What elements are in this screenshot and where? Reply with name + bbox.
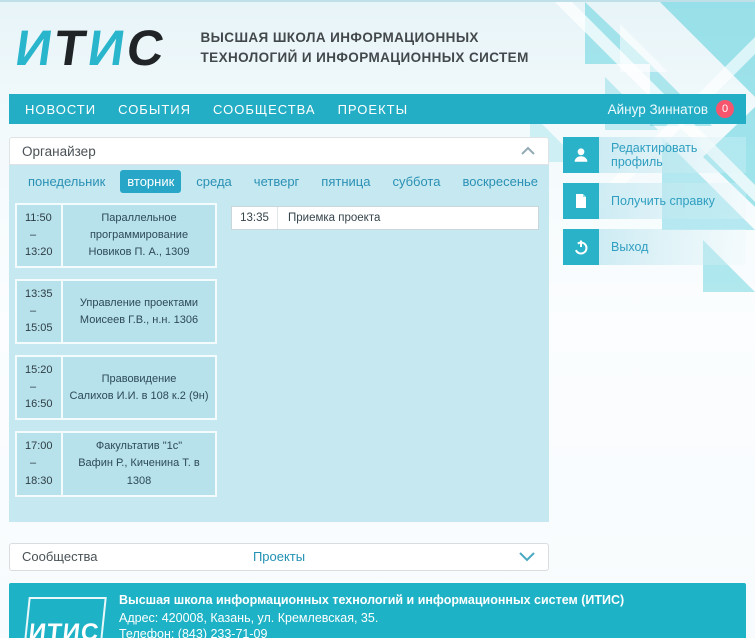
logout-label: Выход — [599, 240, 648, 254]
organizer-title: Органайзер — [22, 144, 96, 159]
nav-item-communities[interactable]: СООБЩЕСТВА — [213, 102, 316, 117]
time-separator: – — [30, 379, 61, 396]
organizer-column: Органайзер понедельник вторник среда чет… — [9, 137, 549, 571]
time-separator: – — [30, 455, 61, 472]
event-title: Приемка проекта — [278, 212, 380, 224]
events-column: 13:35 Приемка проекта — [217, 203, 543, 508]
tab-monday[interactable]: понедельник — [21, 170, 112, 193]
lesson-start: 15:20 — [25, 362, 61, 379]
lesson-end: 18:30 — [25, 473, 61, 490]
tab-saturday[interactable]: суббота — [385, 170, 447, 193]
lesson-card: 15:20 – 16:50 Правовидение Салихов И.И. … — [15, 355, 217, 420]
notification-badge[interactable]: 0 — [716, 100, 734, 118]
lesson-title: Управление проектами — [69, 295, 209, 312]
power-icon — [563, 229, 599, 265]
lesson-start: 11:50 — [25, 210, 61, 227]
organizer-body: 11:50 – 13:20 Параллельное программирова… — [9, 198, 549, 522]
footer-itis-logo: ИТИС — [21, 597, 107, 638]
lesson-time: 13:35 – 15:05 — [17, 281, 63, 342]
chevron-up-icon[interactable] — [520, 146, 536, 156]
lesson-details: Новиков П. А., 1309 — [69, 244, 209, 261]
content-area: Органайзер понедельник вторник среда чет… — [9, 137, 746, 571]
lesson-details: Вафин Р., Киченина Т. в 1308 — [69, 455, 209, 489]
logo-letter: С — [123, 20, 170, 76]
edit-profile-button[interactable]: Редактировать профиль — [563, 137, 746, 173]
school-subtitle: ВЫСШАЯ ШКОЛА ИНФОРМАЦИОННЫХ ТЕХНОЛОГИЙ И… — [201, 28, 529, 69]
lesson-card: 11:50 – 13:20 Параллельное программирова… — [15, 203, 217, 268]
nav-item-projects[interactable]: ПРОЕКТЫ — [338, 102, 409, 117]
lesson-details: Салихов И.И. в 108 к.2 (9н) — [69, 388, 209, 405]
user-area[interactable]: Айнур Зиннатов 0 — [608, 100, 734, 118]
edit-profile-label: Редактировать профиль — [599, 141, 746, 169]
footer-contacts: Высшая школа информационных технологий и… — [119, 592, 624, 638]
lesson-time: 11:50 – 13:20 — [17, 205, 63, 266]
time-separator: – — [30, 227, 61, 244]
lesson-start: 13:35 — [25, 286, 61, 303]
lesson-title: Параллельное программирование — [69, 210, 209, 244]
lesson-info: Правовидение Салихов И.И. в 108 к.2 (9н) — [63, 357, 215, 418]
main-navbar: НОВОСТИ СОБЫТИЯ СООБЩЕСТВА ПРОЕКТЫ Айнур… — [9, 94, 746, 124]
communities-projects-bar[interactable]: Сообщества Проекты — [9, 543, 549, 571]
lesson-card: 17:00 – 18:30 Факультатив "1с" Вафин Р.,… — [15, 431, 217, 496]
tab-tuesday[interactable]: вторник — [120, 170, 181, 193]
footer-org-name: Высшая школа информационных технологий и… — [119, 592, 624, 608]
lesson-info: Факультатив "1с" Вафин Р., Киченина Т. в… — [63, 433, 215, 494]
lesson-card: 13:35 – 15:05 Управление проектами Моисе… — [15, 279, 217, 344]
page: ИТИС ВЫСШАЯ ШКОЛА ИНФОРМАЦИОННЫХ ТЕХНОЛО… — [0, 0, 755, 638]
event-time: 13:35 — [232, 207, 278, 229]
tab-friday[interactable]: пятница — [314, 170, 377, 193]
tab-wednesday[interactable]: среда — [189, 170, 239, 193]
lesson-info: Управление проектами Моисеев Г.В., н.н. … — [63, 281, 215, 342]
lessons-column: 11:50 – 13:20 Параллельное программирова… — [15, 203, 217, 508]
footer-phone: Телефон: (843) 233-71-09 — [119, 626, 624, 638]
lesson-title: Факультатив "1с" — [69, 438, 209, 455]
tab-thursday[interactable]: четверг — [247, 170, 307, 193]
lesson-end: 16:50 — [25, 396, 61, 413]
event-item[interactable]: 13:35 Приемка проекта — [231, 206, 539, 230]
user-icon — [563, 137, 599, 173]
footer-address: Адрес: 420008, Казань, ул. Кремлевская, … — [119, 610, 624, 626]
lesson-info: Параллельное программирование Новиков П.… — [63, 205, 215, 266]
subtitle-line-2: ТЕХНОЛОГИЙ И ИНФОРМАЦИОННЫХ СИСТЕМ — [201, 48, 529, 68]
logout-button[interactable]: Выход — [563, 229, 746, 265]
user-name[interactable]: Айнур Зиннатов — [608, 102, 708, 117]
lesson-details: Моисеев Г.В., н.н. 1306 — [69, 312, 209, 329]
action-sidebar: Редактировать профиль Получить справку — [563, 137, 746, 275]
lesson-title: Правовидение — [69, 371, 209, 388]
lesson-end: 15:05 — [25, 320, 61, 337]
organizer-panel-header[interactable]: Органайзер — [9, 137, 549, 165]
nav-item-events[interactable]: СОБЫТИЯ — [118, 102, 191, 117]
lesson-time: 15:20 – 16:50 — [17, 357, 63, 418]
day-tabs: понедельник вторник среда четверг пятниц… — [9, 165, 549, 198]
lesson-start: 17:00 — [25, 438, 61, 455]
lesson-end: 13:20 — [25, 244, 61, 261]
projects-label[interactable]: Проекты — [10, 549, 548, 564]
site-header: ИТИС ВЫСШАЯ ШКОЛА ИНФОРМАЦИОННЫХ ТЕХНОЛО… — [0, 2, 755, 94]
time-separator: – — [30, 303, 61, 320]
subtitle-line-1: ВЫСШАЯ ШКОЛА ИНФОРМАЦИОННЫХ — [201, 28, 529, 48]
lesson-time: 17:00 – 18:30 — [17, 433, 63, 494]
document-icon — [563, 183, 599, 219]
site-footer: ИТИС Высшая школа информационных техноло… — [9, 583, 746, 638]
itis-logo[interactable]: ИТИС — [12, 23, 170, 73]
get-certificate-button[interactable]: Получить справку — [563, 183, 746, 219]
tab-sunday[interactable]: воскресенье — [455, 170, 545, 193]
nav-item-news[interactable]: НОВОСТИ — [25, 102, 96, 117]
get-certificate-label: Получить справку — [599, 194, 715, 208]
